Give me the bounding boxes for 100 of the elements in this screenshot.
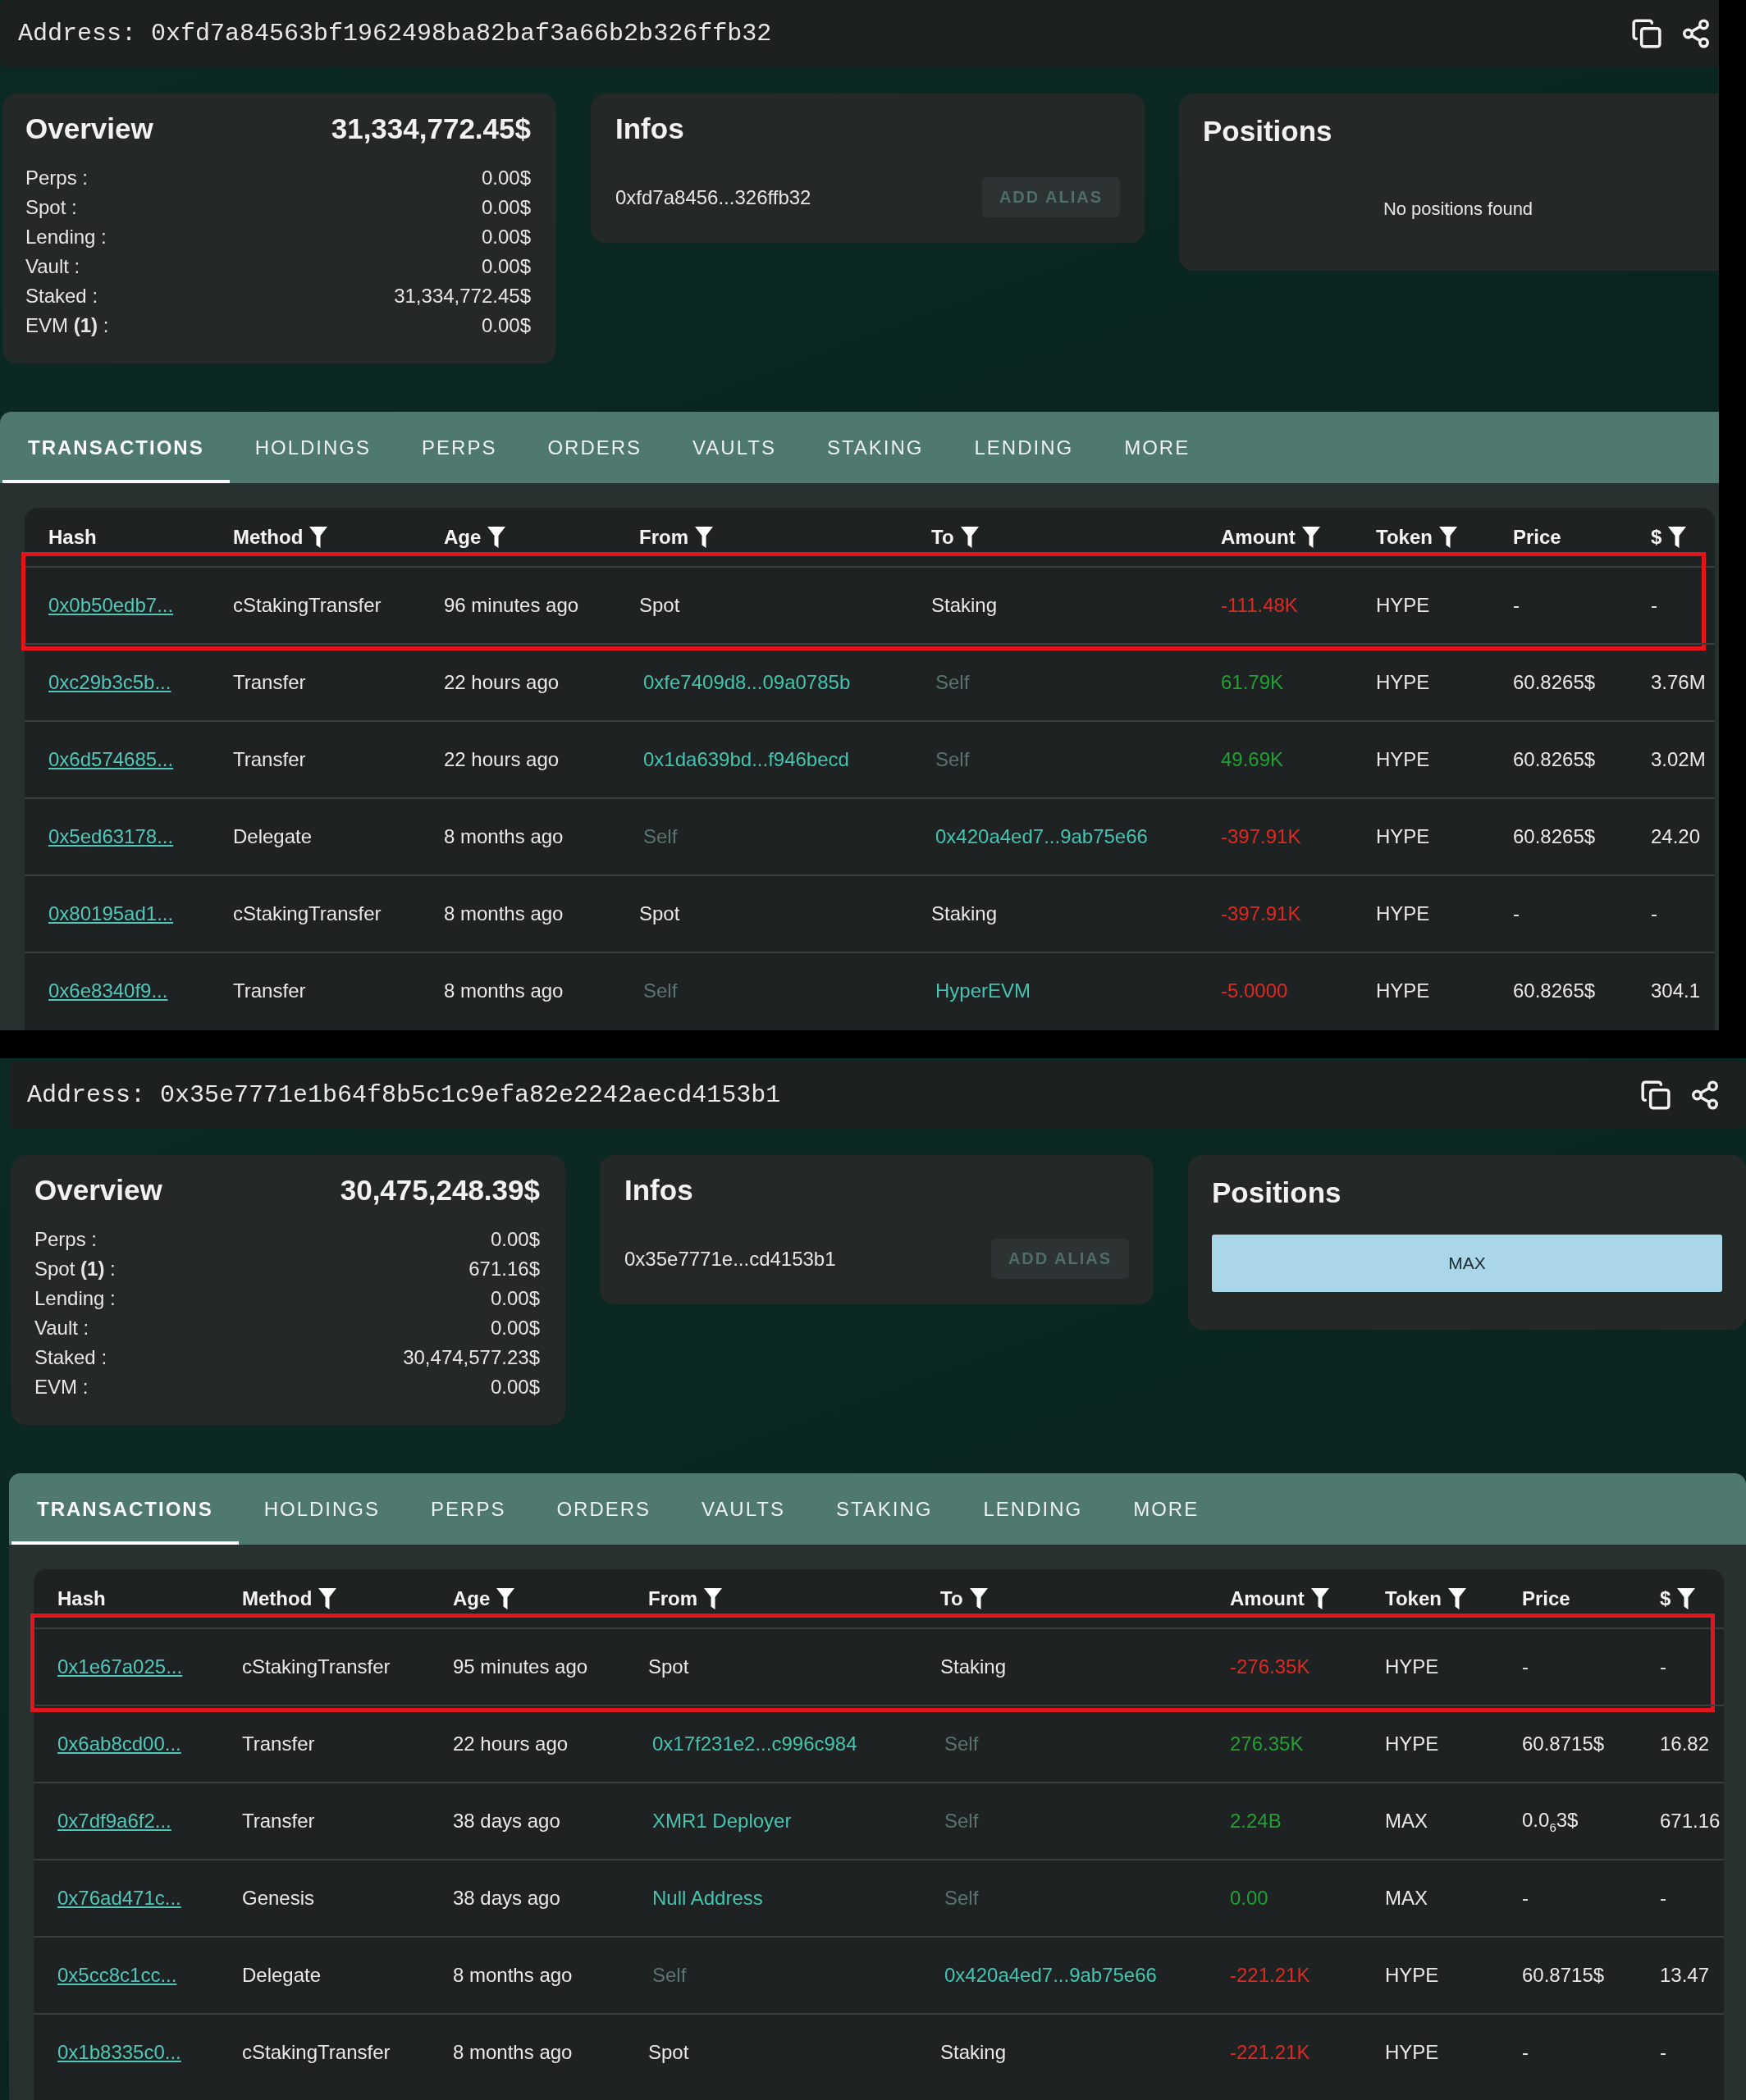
tab[interactable]: VAULTS [676, 1473, 811, 1545]
tab[interactable]: TRANSACTIONS [2, 412, 230, 483]
address-link[interactable]: 0x420a4ed7...9ab75e66 [935, 825, 1148, 848]
hash-link[interactable]: 0x80195ad1... [48, 902, 174, 925]
table-cell: - [1660, 1655, 1666, 1678]
table-cell: - [1513, 902, 1520, 925]
filter-icon[interactable] [1301, 526, 1320, 548]
table-cell: Transfer [242, 1810, 315, 1833]
tab[interactable]: PERPS [396, 412, 523, 483]
table-cell: Self [944, 1810, 979, 1833]
tab[interactable]: LENDING [958, 1473, 1108, 1545]
address-link[interactable]: HyperEVM [935, 979, 1031, 1002]
table-cell: - [1522, 1887, 1529, 1910]
amount-cell: -397.91K [1221, 902, 1301, 925]
total-value: 31,334,772.45$ [331, 112, 531, 145]
filter-icon[interactable] [1677, 1587, 1696, 1609]
balance-label: Spot : [25, 196, 77, 219]
table-cell: Staking [940, 2041, 1007, 2064]
table-cell: HYPE [1376, 594, 1430, 617]
hash-link[interactable]: 0x1b8335c0... [57, 2041, 181, 2064]
filter-icon[interactable] [1668, 526, 1687, 548]
table-cell: HYPE [1376, 902, 1430, 925]
tab[interactable]: LENDING [948, 412, 1099, 483]
hash-link[interactable]: 0xc29b3c5b... [48, 671, 171, 694]
card-title: Positions [1203, 115, 1332, 148]
table-cell: 96 minutes ago [444, 594, 579, 617]
table-cell: cStakingTransfer [242, 2041, 391, 2064]
table-cell: HYPE [1376, 979, 1430, 1002]
copy-icon[interactable] [1631, 17, 1662, 50]
table-cell: 8 months ago [444, 902, 564, 925]
table-cell: Transfer [242, 1732, 315, 1755]
hash-link[interactable]: 0x6ab8cd00... [57, 1732, 181, 1755]
address-link[interactable]: Null Address [652, 1887, 763, 1910]
filter-icon[interactable] [695, 526, 713, 548]
address-link[interactable]: XMR1 Deployer [652, 1810, 792, 1833]
table-cell: cStakingTransfer [242, 1655, 391, 1678]
table-cell: - [1660, 2041, 1666, 2064]
filter-icon[interactable] [1310, 1587, 1329, 1609]
tab[interactable]: MORE [1108, 1473, 1225, 1545]
filter-icon[interactable] [1447, 1587, 1466, 1609]
tab[interactable]: STAKING [801, 412, 949, 483]
filter-icon[interactable] [318, 1587, 337, 1609]
address-text: Address: 0x35e7771e1b64f8b5c1c9efa82e2242aecd4153b1 [27, 1081, 781, 1109]
tab[interactable]: PERPS [405, 1473, 532, 1545]
address-link[interactable]: 0x1da639bd...f946becd [643, 748, 849, 771]
address-text: Address: 0xfd7a84563bf1962498ba82baf3a66b2b326ffb32 [18, 20, 772, 48]
amount-cell: 276.35K [1230, 1732, 1304, 1755]
tab[interactable]: ORDERS [522, 412, 668, 483]
table-cell: 0.0$_{6}$3$ [1522, 1808, 1579, 1834]
balance-value: 0.00$ [490, 1228, 540, 1251]
hash-link[interactable]: 0x5ed63178... [48, 825, 174, 848]
position-button[interactable]: MAX [1212, 1235, 1722, 1292]
table-cell: Self [935, 671, 970, 694]
filter-icon[interactable] [487, 526, 506, 548]
tab[interactable]: MORE [1099, 412, 1216, 483]
table-cell: 60.8265$ [1513, 825, 1596, 848]
amount-cell: -111.48K [1221, 594, 1298, 617]
table-cell: - [1651, 594, 1657, 617]
hash-link[interactable]: 0x6e8340f9... [48, 979, 168, 1002]
table-cell: cStakingTransfer [233, 594, 382, 617]
filter-icon[interactable] [960, 526, 979, 548]
copy-icon[interactable] [1640, 1079, 1671, 1112]
column-header: $ [1651, 525, 1662, 549]
hash-link[interactable]: 0x5cc8c1cc... [57, 1964, 177, 1987]
amount-cell: 2.24B [1230, 1810, 1282, 1833]
table-cell: 8 months ago [453, 2041, 573, 2064]
hash-link[interactable]: 0x76ad471c... [57, 1887, 181, 1910]
filter-icon[interactable] [969, 1587, 988, 1609]
balance-value: 31,334,772.45$ [394, 285, 531, 308]
hash-link[interactable]: 0x1e67a025... [57, 1655, 183, 1678]
filter-icon[interactable] [704, 1587, 722, 1609]
table-cell: Staking [931, 594, 998, 617]
hash-link[interactable]: 0x0b50edb7... [48, 594, 174, 617]
table-cell: HYPE [1376, 671, 1430, 694]
address-link[interactable]: 0xfe7409d8...09a0785b [643, 671, 851, 694]
filter-icon[interactable] [496, 1587, 515, 1609]
address-link[interactable]: 0x17f231e2...c996c984 [652, 1732, 857, 1755]
hash-link[interactable]: 0x7df9a6f2... [57, 1810, 171, 1833]
table-cell: Delegate [242, 1964, 322, 1987]
tab[interactable]: VAULTS [667, 412, 802, 483]
column-header: Method [242, 1586, 313, 1610]
filter-icon[interactable] [1438, 526, 1457, 548]
table-cell: 3.02M [1651, 748, 1706, 771]
share-icon[interactable] [1680, 17, 1712, 50]
share-icon[interactable] [1689, 1079, 1721, 1112]
table-cell: Self [935, 748, 970, 771]
hash-link[interactable]: 0x6d574685... [48, 748, 174, 771]
balance-label: EVM (1) : [25, 314, 109, 337]
tab[interactable]: HOLDINGS [238, 1473, 406, 1545]
tab[interactable]: ORDERS [531, 1473, 677, 1545]
address-link[interactable]: 0x420a4ed7...9ab75e66 [944, 1964, 1157, 1987]
column-header: Token [1376, 525, 1433, 549]
filter-icon[interactable] [309, 526, 328, 548]
tab[interactable]: STAKING [810, 1473, 958, 1545]
column-header: Token [1385, 1586, 1442, 1610]
balance-value: 0.00$ [490, 1317, 540, 1340]
tab[interactable]: TRANSACTIONS [11, 1473, 239, 1545]
table-cell: HYPE [1385, 1732, 1439, 1755]
tab[interactable]: HOLDINGS [229, 412, 397, 483]
balance-label: Staked : [34, 1346, 107, 1369]
